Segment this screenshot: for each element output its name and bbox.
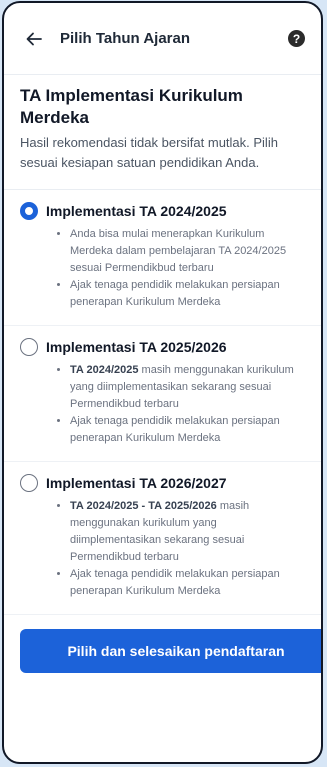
option-point: Ajak tenaga pendidik melakukan persiapan… [70,566,299,600]
option-title: Implementasi TA 2025/2026 [46,339,227,355]
point-text: Ajak tenaga pendidik melakukan persiapan… [70,415,280,444]
option-title: Implementasi TA 2026/2027 [46,475,227,491]
year-option[interactable]: Implementasi TA 2026/2027 TA 2024/2025 - … [4,462,321,615]
options-list: Implementasi TA 2024/2025 Anda bisa mulai… [4,190,321,615]
option-header[interactable]: Implementasi TA 2026/2027 [20,474,305,492]
option-point: Ajak tenaga pendidik melakukan persiapan… [70,413,299,447]
phone-frame: Pilih Tahun Ajaran ? TA Implementasi Kur… [2,1,323,764]
page-title: Pilih Tahun Ajaran [60,30,191,47]
option-points: Anda bisa mulai menerapkan Kurikulum Mer… [20,226,305,311]
year-option[interactable]: Implementasi TA 2025/2026 TA 2024/2025 ma… [4,326,321,462]
radio-button[interactable] [20,338,38,356]
option-points: TA 2024/2025 - TA 2025/2026 masih menggu… [20,498,305,600]
section-heading: TA Implementasi Kurikulum Merdeka [20,86,243,127]
option-header[interactable]: Implementasi TA 2024/2025 [20,202,305,220]
point-text: Anda bisa mulai menerapkan Kurikulum Mer… [70,228,287,274]
finish-registration-button[interactable]: Pilih dan selesaikan pendaftaran [20,629,321,673]
option-points: TA 2024/2025 masih menggunakan kurikulum… [20,362,305,447]
option-point: TA 2024/2025 masih menggunakan kurikulum… [70,362,299,413]
option-point: Anda bisa mulai menerapkan Kurikulum Mer… [70,226,299,277]
question-circle-icon[interactable]: ? [288,30,305,47]
top-bar: Pilih Tahun Ajaran ? [4,3,321,75]
point-emphasis: TA 2024/2025 [70,364,139,376]
back-button[interactable] [22,27,46,51]
option-header[interactable]: Implementasi TA 2025/2026 [20,338,305,356]
point-emphasis: TA 2024/2025 - TA 2025/2026 [70,500,217,512]
option-point: Ajak tenaga pendidik melakukan persiapan… [70,277,299,311]
arrow-left-icon [26,32,42,45]
radio-button[interactable] [20,202,38,220]
cta-container: Pilih dan selesaikan pendaftaran [4,615,321,673]
year-option[interactable]: Implementasi TA 2024/2025 Anda bisa mulai… [4,190,321,326]
point-text: Ajak tenaga pendidik melakukan persiapan… [70,279,280,308]
section-description: Hasil rekomendasi tidak bersifat mutlak.… [20,135,278,170]
radio-button[interactable] [20,474,38,492]
intro-section: TA Implementasi Kurikulum Merdeka Hasil … [4,75,321,190]
option-title: Implementasi TA 2024/2025 [46,203,227,219]
point-text: Ajak tenaga pendidik melakukan persiapan… [70,568,280,597]
option-point: TA 2024/2025 - TA 2025/2026 masih menggu… [70,498,299,566]
